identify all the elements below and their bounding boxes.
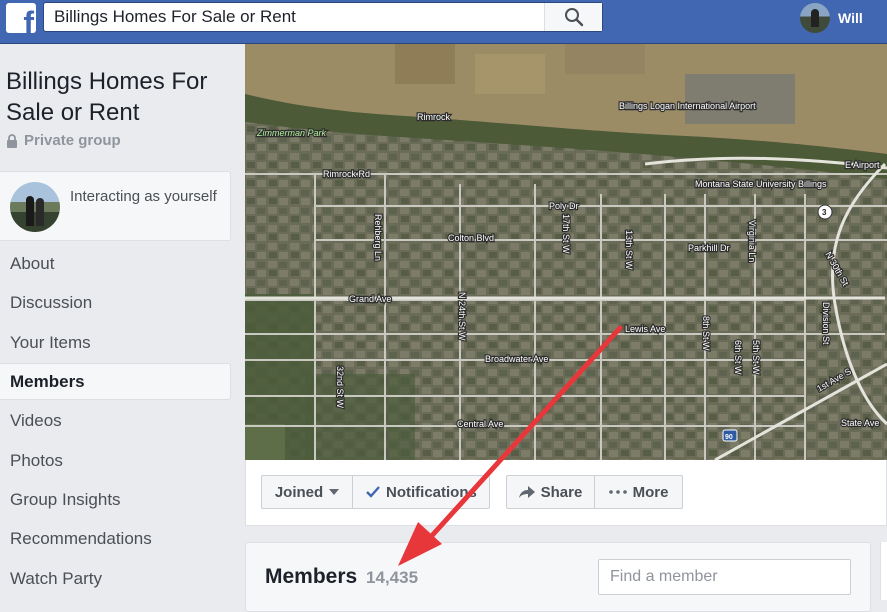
map-label: Zimmerman Park <box>256 128 327 138</box>
map-label: 6th St W <box>733 340 743 375</box>
map-label: Colton Blvd <box>448 233 494 243</box>
nav-item-discussion[interactable]: Discussion <box>0 283 231 322</box>
check-icon <box>366 486 380 498</box>
nav-item-group-insights[interactable]: Group Insights <box>0 480 231 519</box>
map-label: Division St <box>821 302 831 345</box>
map-label: 17th St W <box>561 214 571 254</box>
nav-item-recommendations[interactable]: Recommendations <box>0 519 231 558</box>
member-count: 14,435 <box>366 568 419 587</box>
group-privacy: Private group <box>6 132 121 149</box>
joined-label: Joined <box>274 483 324 501</box>
share-icon <box>518 485 535 499</box>
map-label: Rimrock <box>417 112 450 122</box>
search-bar <box>43 2 603 32</box>
members-heading: Members 14,435 <box>265 565 418 589</box>
search-button[interactable] <box>544 3 602 31</box>
map-label: Poly Dr <box>549 201 579 211</box>
map-label: 32nd St W <box>335 366 345 409</box>
search-input[interactable] <box>44 3 544 31</box>
members-section: Members 14,435 <box>245 542 871 612</box>
notifications-button[interactable]: Notifications <box>352 475 490 509</box>
find-member-input[interactable] <box>598 559 851 595</box>
top-navigation-bar: f Will <box>0 0 887 44</box>
avatar <box>800 3 830 33</box>
profile-link[interactable]: Will <box>800 3 863 33</box>
map-label: Billings Logan International Airport <box>619 101 756 111</box>
nav-item-videos[interactable]: Videos <box>0 401 231 440</box>
interacting-as-label: Interacting as yourself <box>70 188 217 205</box>
members-title: Members <box>265 565 358 588</box>
chevron-down-icon <box>329 489 340 495</box>
more-label: More <box>632 483 669 501</box>
map-label: E Airport <box>845 160 880 170</box>
map-label: Central Ave <box>457 419 503 429</box>
privacy-label: Private group <box>24 132 121 149</box>
nav-item-watch-party[interactable]: Watch Party <box>0 559 231 598</box>
map-label: 13th St W <box>624 230 634 270</box>
interacting-as-switcher[interactable]: Interacting as yourself <box>0 171 231 241</box>
highway-number: 3 <box>822 208 827 217</box>
cover-photo[interactable]: Rimrock Zimmerman Park Billings Logan In… <box>245 44 887 460</box>
group-action-bar: Joined Notifications Share More <box>245 460 887 526</box>
map-label: Rehberg Ln <box>373 214 383 261</box>
map-label: Grand Ave <box>349 294 391 304</box>
nav-item-your-items[interactable]: Your Items <box>0 323 231 362</box>
left-sidebar: Billings Homes For Sale or Rent Private … <box>0 44 232 600</box>
nav-item-photos[interactable]: Photos <box>0 441 231 480</box>
group-title[interactable]: Billings Homes For Sale or Rent <box>6 66 230 128</box>
user-name: Will <box>838 10 863 26</box>
search-icon <box>564 8 583 27</box>
notifications-label: Notifications <box>386 483 477 501</box>
avatar <box>10 182 60 232</box>
lock-icon <box>7 133 17 148</box>
map-label: N 24th St W <box>457 292 467 341</box>
share-button[interactable]: Share <box>506 475 595 509</box>
more-dots-icon <box>608 490 627 494</box>
more-button[interactable]: More <box>594 475 683 509</box>
map-label: 8th St W <box>701 316 711 351</box>
nav-item-about[interactable]: About <box>0 244 231 283</box>
map-label: Montana State University Billings <box>695 179 827 189</box>
map-label: State Ave <box>841 418 879 428</box>
map-label: Lewis Ave <box>625 324 665 334</box>
interstate-number: 90 <box>725 434 733 441</box>
map-label: Broadwater Ave <box>485 354 548 364</box>
map-label: 5th St W <box>751 340 761 375</box>
map-label: Virginia Ln <box>747 220 757 262</box>
map-label: Rimrock Rd <box>323 169 370 179</box>
nav-item-members[interactable]: Members <box>0 363 231 401</box>
cover-map: Rimrock Zimmerman Park Billings Logan In… <box>245 44 887 460</box>
group-nav: About Discussion Your Items Members Vide… <box>0 244 231 598</box>
facebook-logo-glyph: f <box>23 5 34 33</box>
map-label: Parkhill Dr <box>688 243 730 253</box>
facebook-logo-icon[interactable]: f <box>6 3 36 33</box>
share-label: Share <box>540 483 583 501</box>
right-panel-edge <box>880 542 887 600</box>
joined-button[interactable]: Joined <box>261 475 353 509</box>
